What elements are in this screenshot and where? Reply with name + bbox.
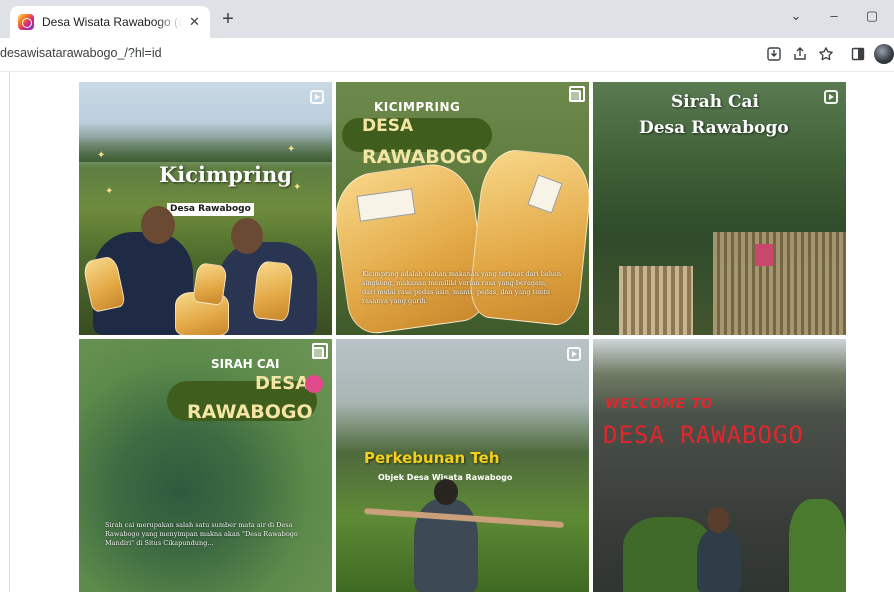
tab-strip: Desa Wisata Rawabogo (@desawisatarawabog… [0, 0, 894, 38]
post-title: Perkebunan Teh [364, 449, 500, 467]
minimize-button[interactable]: – [824, 8, 844, 23]
browser-tab[interactable]: Desa Wisata Rawabogo (@desawisatarawabog… [10, 6, 210, 38]
instagram-icon [18, 14, 34, 30]
tree-line [79, 122, 332, 162]
sidebar-divider [9, 72, 10, 592]
close-tab-icon[interactable]: ✕ [187, 14, 202, 30]
person-left-head [141, 206, 175, 244]
post-tile-sirah-cai-desa[interactable]: SIRAH CAI DESA RAWABOGO Sirah cai merupa… [79, 339, 332, 592]
post-title-line1: DESA [362, 116, 414, 136]
address-toolbar: desawisatarawabogo_/?hl=id [0, 38, 894, 72]
bamboo-fence [713, 232, 846, 335]
post-tile-welcome[interactable]: WELCOME TO DESA RAWABOGO [593, 339, 846, 592]
sign-line1: WELCOME TO [605, 397, 714, 412]
post-title-line1: Sirah Cai [671, 92, 759, 112]
carousel-icon [312, 343, 328, 359]
sparkle-icon: ✦ [287, 144, 296, 155]
sparkle-icon: ✦ [293, 182, 302, 193]
product-bag [336, 159, 491, 335]
hanging-cloth [755, 244, 773, 266]
sparkle-icon: ✦ [105, 186, 114, 197]
bamboo-gate [619, 266, 693, 335]
post-tile-kicimpring-desa[interactable]: KICIMPRING DESA RAWABOGO Kicimpring adal… [336, 82, 589, 335]
post-tile-sirah-cai[interactable]: Sirah Cai Desa Rawabogo [593, 82, 846, 335]
person-standing [697, 529, 741, 592]
bookmark-star-icon[interactable] [818, 46, 836, 64]
tab-search-icon[interactable]: ⌄ [786, 8, 806, 24]
reel-icon [310, 90, 324, 104]
post-title-line2: RAWABOGO [187, 401, 313, 423]
post-kicker: KICIMPRING [374, 100, 461, 114]
side-panel-icon[interactable] [850, 46, 868, 64]
post-label: Desa Rawabogo [167, 203, 254, 216]
tab-title: Desa Wisata Rawabogo (@desawisatarawabog… [42, 15, 183, 29]
post-kicker: SIRAH CAI [211, 357, 280, 371]
post-caption: Sirah cai merupakan salah satu sumber ma… [105, 521, 298, 547]
share-icon[interactable] [792, 46, 810, 64]
flower [305, 375, 323, 393]
post-title: Kicimpring [159, 162, 292, 187]
post-title-line2: Desa Rawabogo [639, 118, 789, 138]
product-bag [192, 262, 228, 306]
post-title-line1: DESA [255, 373, 310, 394]
post-tile-kicimpring[interactable]: ✦ ✦ ✦ ✦ Kicimpring Desa Rawabogo [79, 82, 332, 335]
reel-icon [567, 347, 581, 361]
sign-line2: DESA RAWABOGO [603, 421, 804, 449]
product-bag [252, 260, 294, 322]
post-caption: Kicimpring adalah olahan makanan yang te… [362, 270, 562, 305]
sparkle-icon: ✦ [97, 150, 106, 161]
shrub-right [789, 499, 846, 592]
post-tile-perkebunan-teh[interactable]: Perkebunan Teh Objek Desa Wisata Rawabog… [336, 339, 589, 592]
install-app-icon[interactable] [766, 46, 784, 64]
person-standing-head [707, 507, 729, 533]
person-back-head [434, 479, 458, 505]
restore-button[interactable]: ▢ [862, 8, 882, 24]
post-grid: ✦ ✦ ✦ ✦ Kicimpring Desa Rawabogo KICIMPR… [79, 82, 846, 592]
person-right-head [231, 218, 263, 254]
new-tab-button[interactable]: + [218, 9, 238, 30]
carousel-icon [569, 86, 585, 102]
address-bar[interactable]: desawisatarawabogo_/?hl=id [0, 46, 162, 60]
reel-icon [824, 90, 838, 104]
profile-avatar[interactable] [874, 44, 894, 64]
